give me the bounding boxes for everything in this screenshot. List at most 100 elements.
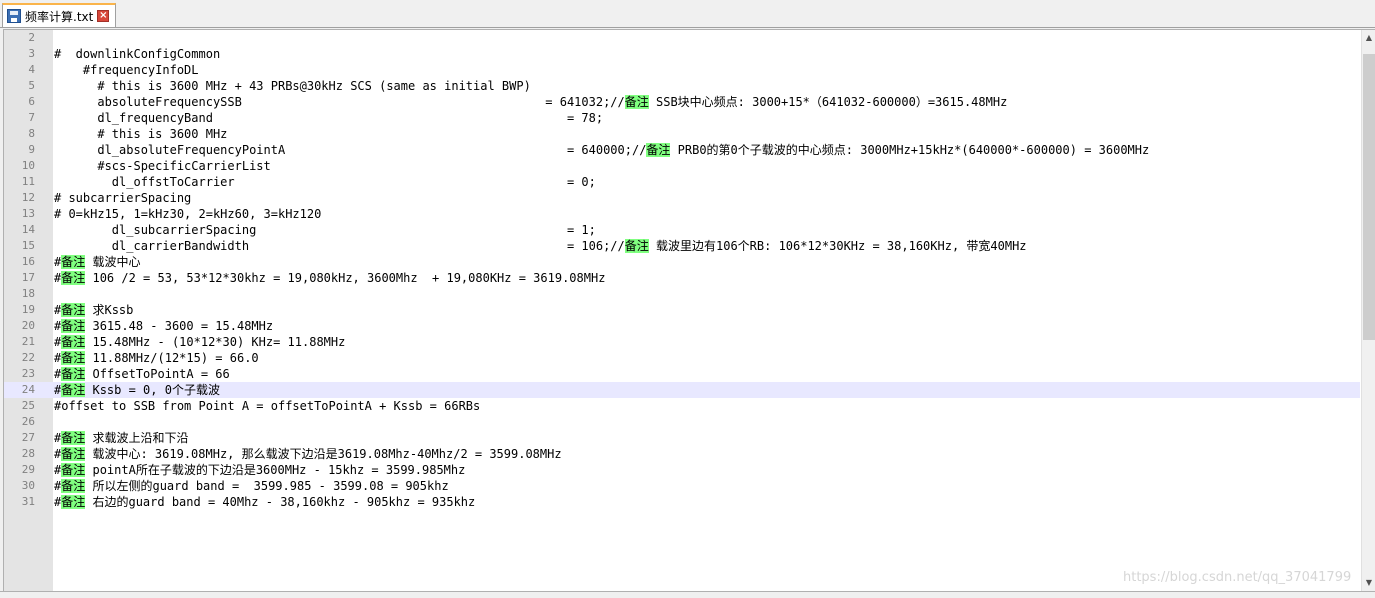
tab-label: 频率计算.txt [25, 9, 94, 24]
line-number: 8 [28, 127, 35, 140]
code-line[interactable]: 11 dl_offstToCarrier = 0; [4, 174, 1360, 190]
code-segment: OffsetToPointA = 66 [85, 367, 230, 381]
tab-file[interactable]: 频率计算.txt × [2, 3, 116, 27]
code-line[interactable]: 23 #备注 OffsetToPointA = 66 [4, 366, 1360, 382]
code-segment: 载波里边有106个RB: 106*12*30KHz = 38,160KHz, 带… [648, 239, 1027, 253]
line-number: 19 [21, 303, 35, 316]
code-line[interactable]: 17 #备注 106 /2 = 53, 53*12*30khz = 19,080k… [4, 270, 1360, 286]
code-line[interactable]: 10 #scs-SpecificCarrierList [4, 158, 1360, 174]
code-line[interactable]: 7 dl_frequencyBand = 78; [4, 110, 1360, 126]
line-number: 29 [21, 463, 35, 476]
code-text: #备注 106 /2 = 53, 53*12*30khz = 19,080kHz… [54, 270, 605, 286]
close-icon[interactable]: × [97, 10, 110, 22]
code-line[interactable]: 20 #备注 3615.48 - 3600 = 15.48MHz [4, 318, 1360, 334]
code-line[interactable]: 19 #备注 求Kssb [4, 302, 1360, 318]
line-number: 25 [21, 399, 35, 412]
code-line[interactable]: 22 #备注 11.88MHz/(12*15) = 66.0 [4, 350, 1360, 366]
code-text: # 0=kHz15, 1=kHz30, 2=kHz60, 3=kHz120 [54, 206, 321, 222]
line-number: 7 [28, 111, 35, 124]
code-line[interactable]: 13 # 0=kHz15, 1=kHz30, 2=kHz60, 3=kHz120 [4, 206, 1360, 222]
code-line[interactable]: 26 [4, 414, 1360, 430]
code-line[interactable]: 6 absoluteFrequencySSB = 641032;//备注 SSB… [4, 94, 1360, 110]
line-number: 30 [21, 479, 35, 492]
code-text: # subcarrierSpacing [54, 190, 191, 206]
highlight-keyword: 备注 [61, 319, 86, 333]
line-number: 18 [21, 287, 35, 300]
code-segment: #frequencyInfoDL [54, 63, 199, 77]
code-text: #scs-SpecificCarrierList [54, 158, 270, 174]
code-text: # downlinkConfigCommon [54, 46, 220, 62]
code-segment: 所以左侧的guard band = 3599.985 - 3599.08 = 9… [85, 479, 449, 493]
scroll-up-icon[interactable]: ▲ [1362, 30, 1375, 46]
line-number: 5 [28, 79, 35, 92]
code-line[interactable]: 30 #备注 所以左侧的guard band = 3599.985 - 3599.… [4, 478, 1360, 494]
line-number: 14 [21, 223, 35, 236]
code-line[interactable]: 4 #frequencyInfoDL [4, 62, 1360, 78]
code-line[interactable]: 21 #备注 15.48MHz - (10*12*30) KHz= 11.88MH… [4, 334, 1360, 350]
line-number: 11 [21, 175, 35, 188]
code-text: #备注 右边的guard band = 40Mhz - 38,160khz - … [54, 494, 475, 510]
scrollbar-thumb[interactable] [1363, 54, 1375, 340]
line-number: 27 [21, 431, 35, 444]
line-number: 4 [28, 63, 35, 76]
code-text: dl_absoluteFrequencyPointA = 640000;//备注… [54, 142, 1149, 158]
line-number: 9 [28, 143, 35, 156]
code-segment: 右边的guard band = 40Mhz - 38,160khz - 905k… [85, 495, 476, 509]
highlight-keyword: 备注 [61, 383, 86, 397]
code-line[interactable]: 9 dl_absoluteFrequencyPointA = 640000;//… [4, 142, 1360, 158]
code-segment: absoluteFrequencySSB = 641032;// [54, 95, 625, 109]
code-line[interactable]: 12 # subcarrierSpacing [4, 190, 1360, 206]
code-text: #备注 Kssb = 0, 0个子载波 [54, 382, 220, 398]
code-segment: Kssb = 0, 0个子载波 [85, 383, 220, 397]
code-text: # this is 3600 MHz + 43 PRBs@30kHz SCS (… [54, 78, 531, 94]
code-segment: 3615.48 - 3600 = 15.48MHz [85, 319, 274, 333]
save-icon [7, 9, 21, 23]
highlight-keyword: 备注 [61, 303, 86, 317]
code-text: #备注 求Kssb [54, 302, 133, 318]
code-text: #备注 3615.48 - 3600 = 15.48MHz [54, 318, 273, 334]
highlight-keyword: 备注 [624, 95, 649, 109]
code-line[interactable]: 8 # this is 3600 MHz [4, 126, 1360, 142]
highlight-keyword: 备注 [61, 351, 86, 365]
scroll-down-icon[interactable]: ▼ [1362, 575, 1375, 591]
line-number: 28 [21, 447, 35, 460]
vertical-scrollbar[interactable]: ▲ ▼ [1361, 30, 1375, 591]
code-line[interactable]: 14 dl_subcarrierSpacing = 1; [4, 222, 1360, 238]
code-segment: # this is 3600 MHz [54, 127, 228, 141]
text-editor[interactable]: 2 3 # downlinkConfigCommon 4 #frequencyInfo… [3, 29, 1375, 591]
code-segment: 求载波上沿和下沿 [85, 431, 189, 445]
code-text: #备注 载波中心 [54, 254, 140, 270]
code-text: absoluteFrequencySSB = 641032;//备注 SSB块中… [54, 94, 1007, 110]
line-number: 10 [21, 159, 35, 172]
code-line[interactable]: 31 #备注 右边的guard band = 40Mhz - 38,160khz … [4, 494, 1360, 510]
code-line[interactable]: 25 #offset to SSB from Point A = offsetTo… [4, 398, 1360, 414]
code-text: #备注 pointA所在子载波的下边沿是3600MHz - 15khz = 35… [54, 462, 465, 478]
code-segment: dl_carrierBandwidth = 106;// [54, 239, 625, 253]
code-line[interactable]: 27 #备注 求载波上沿和下沿 [4, 430, 1360, 446]
code-line[interactable]: 28 #备注 载波中心: 3619.08MHz, 那么载波下边沿是3619.08M… [4, 446, 1360, 462]
code-line[interactable]: 3 # downlinkConfigCommon [4, 46, 1360, 62]
highlight-keyword: 备注 [624, 239, 649, 253]
code-line[interactable]: 5 # this is 3600 MHz + 43 PRBs@30kHz SCS… [4, 78, 1360, 94]
code-line[interactable]: 2 [4, 30, 1360, 46]
code-segment: 求Kssb [85, 303, 134, 317]
code-segment: 15.48MHz - (10*12*30) KHz= 11.88MHz [85, 335, 346, 349]
code-text: #备注 载波中心: 3619.08MHz, 那么载波下边沿是3619.08Mhz… [54, 446, 562, 462]
code-segment: 11.88MHz/(12*15) = 66.0 [85, 351, 259, 365]
code-line[interactable]: 16 #备注 载波中心 [4, 254, 1360, 270]
code-text: #备注 15.48MHz - (10*12*30) KHz= 11.88MHz [54, 334, 345, 350]
code-line[interactable]: 29 #备注 pointA所在子载波的下边沿是3600MHz - 15khz = … [4, 462, 1360, 478]
code-segment: dl_frequencyBand = 78; [54, 111, 604, 125]
line-number: 3 [28, 47, 35, 60]
code-line[interactable]: 18 [4, 286, 1360, 302]
highlight-keyword: 备注 [61, 271, 86, 285]
code-segment: #offset to SSB from Point A = offsetToPo… [54, 399, 481, 413]
code-segment: pointA所在子载波的下边沿是3600MHz - 15khz = 3599.9… [85, 463, 466, 477]
code-segment: dl_absoluteFrequencyPointA = 640000;// [54, 143, 647, 157]
code-line[interactable]: 15 dl_carrierBandwidth = 106;//备注 载波里边有1… [4, 238, 1360, 254]
highlight-keyword: 备注 [61, 335, 86, 349]
code-segment: # this is 3600 MHz + 43 PRBs@30kHz SCS (… [54, 79, 531, 93]
code-line[interactable]: 24 #备注 Kssb = 0, 0个子载波 [4, 382, 1360, 398]
line-number: 17 [21, 271, 35, 284]
highlight-keyword: 备注 [61, 367, 86, 381]
